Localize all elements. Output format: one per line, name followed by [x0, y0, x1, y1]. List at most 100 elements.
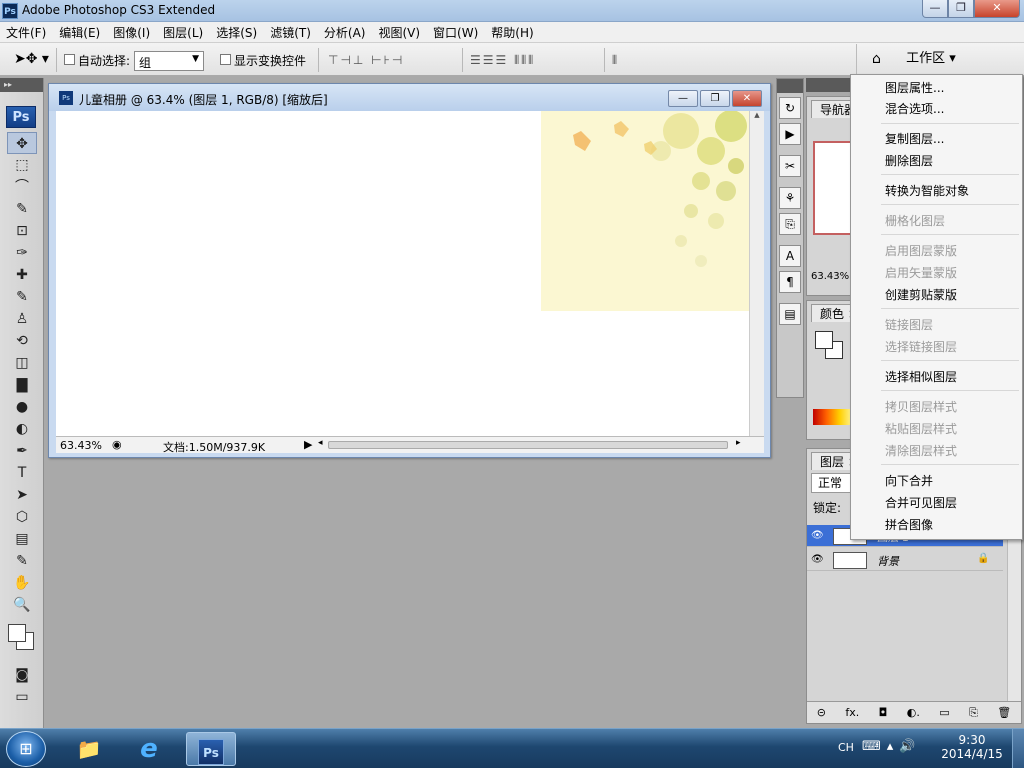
tools-panel-header[interactable]: ▸▸: [0, 78, 43, 92]
volume-icon[interactable]: 🔊: [899, 739, 921, 754]
menu-item-flatten-image[interactable]: 拼合图像: [885, 515, 933, 535]
quick-mask-icon[interactable]: ◙: [0, 664, 44, 686]
paragraph-icon[interactable]: ¶: [779, 271, 801, 293]
keyboard-icon[interactable]: ⌨: [862, 739, 887, 754]
new-group-icon[interactable]: ▭: [939, 706, 949, 719]
explorer-taskbar-icon[interactable]: 📁: [64, 732, 114, 766]
layer-row[interactable]: 👁 背景 🔒: [807, 549, 1003, 571]
zoom-tool-icon[interactable]: 🔍: [0, 594, 44, 616]
menu-item-delete-layer[interactable]: 删除图层: [885, 151, 933, 171]
menu-image[interactable]: 图像(I): [113, 24, 150, 41]
clone-stamp-tool-icon[interactable]: ♙: [0, 308, 44, 330]
menu-filter[interactable]: 滤镜(T): [270, 24, 311, 41]
menu-item-merge-down[interactable]: 向下合并: [885, 471, 933, 491]
menu-item-select-similar-layers[interactable]: 选择相似图层: [885, 367, 957, 387]
bridge-icon[interactable]: ⌂: [856, 44, 896, 74]
link-layers-icon[interactable]: ⊝: [817, 706, 826, 719]
menu-item-create-clipping-mask[interactable]: 创建剪贴蒙版: [885, 285, 957, 305]
new-layer-icon[interactable]: ⎘: [969, 706, 978, 720]
auto-align-icon[interactable]: ⫴: [612, 53, 619, 68]
show-desktop-button[interactable]: [1012, 729, 1024, 768]
visibility-eye-icon[interactable]: 👁: [811, 530, 824, 541]
path-selection-tool-icon[interactable]: ➤: [0, 484, 44, 506]
menu-view[interactable]: 视图(V): [378, 24, 420, 41]
history-icon[interactable]: ↻: [779, 97, 801, 119]
document-minimize-button[interactable]: —: [668, 90, 698, 107]
menu-item-layer-properties[interactable]: 图层属性...: [885, 78, 944, 98]
brushes-icon[interactable]: ⚘: [779, 187, 801, 209]
hand-tool-icon[interactable]: ✋: [0, 572, 44, 594]
menu-layer[interactable]: 图层(L): [163, 24, 203, 41]
navigator-zoom[interactable]: 63.43%: [811, 271, 849, 282]
blur-tool-icon[interactable]: ●: [0, 396, 44, 418]
status-arrow-icon[interactable]: ▶: [304, 438, 312, 451]
eraser-tool-icon[interactable]: ◫: [0, 352, 44, 374]
shape-tool-icon[interactable]: ⬡: [0, 506, 44, 528]
menu-analysis[interactable]: 分析(A): [324, 24, 366, 41]
tool-presets-icon[interactable]: ✂: [779, 155, 801, 177]
menu-window[interactable]: 窗口(W): [433, 24, 478, 41]
notes-icon[interactable]: ▤: [779, 303, 801, 325]
tray-icons[interactable]: ⌨▴🔊: [862, 739, 921, 754]
menu-item-blending-options[interactable]: 混合选项...: [885, 99, 944, 119]
start-button[interactable]: ⊞: [6, 731, 46, 767]
language-indicator[interactable]: CH: [838, 741, 854, 754]
layer-style-icon[interactable]: fx.: [845, 706, 859, 719]
clock[interactable]: 9:30 2014/4/15: [940, 733, 1004, 761]
magic-wand-tool-icon[interactable]: ✎: [0, 198, 44, 220]
lasso-tool-icon[interactable]: ⌒: [0, 176, 44, 198]
crop-tool-icon[interactable]: ⊡: [0, 220, 44, 242]
scroll-left-icon[interactable]: ◂: [318, 438, 323, 448]
zoom-level[interactable]: 63.43%: [60, 439, 102, 452]
auto-select-checkbox[interactable]: [64, 54, 75, 65]
distribute-buttons-icon[interactable]: ☰☰☰ ⫴⫴⫴: [470, 53, 535, 68]
marquee-tool-icon[interactable]: ⬚: [0, 154, 44, 176]
slice-tool-icon[interactable]: ✑: [0, 242, 44, 264]
eyedropper-tool-icon[interactable]: ✎: [0, 550, 44, 572]
blend-mode-select[interactable]: 正常: [811, 473, 851, 493]
auto-select-dropdown[interactable]: 组 ▼: [134, 51, 204, 71]
color-foreground-swatch[interactable]: [815, 331, 833, 349]
move-tool-preset-icon[interactable]: ➤✥ ▾: [14, 51, 49, 67]
scroll-right-icon[interactable]: ▸: [736, 438, 741, 448]
document-title-bar[interactable]: Ps 儿童相册 @ 63.4% (图层 1, RGB/8) [缩放后] — ❐ …: [49, 84, 770, 111]
delete-layer-icon[interactable]: 🗑: [997, 706, 1011, 719]
status-menu-icon[interactable]: ◉: [112, 438, 122, 451]
dodge-tool-icon[interactable]: ◐: [0, 418, 44, 440]
close-button[interactable]: ✕: [974, 0, 1020, 18]
horizontal-scrollbar[interactable]: [328, 441, 728, 449]
maximize-button[interactable]: ❐: [948, 0, 974, 18]
character-icon[interactable]: A: [779, 245, 801, 267]
photoshop-app-icon[interactable]: Ps: [2, 3, 18, 19]
menu-item-convert-smart-object[interactable]: 转换为智能对象: [885, 181, 969, 201]
workspace-button[interactable]: 工作区 ▾: [898, 44, 964, 74]
add-mask-icon[interactable]: ◘: [879, 706, 888, 719]
foreground-color-swatch[interactable]: [8, 624, 26, 642]
menu-help[interactable]: 帮助(H): [491, 24, 533, 41]
menu-edit[interactable]: 编辑(E): [59, 24, 100, 41]
visibility-eye-icon[interactable]: 👁: [811, 554, 824, 565]
color-swatches[interactable]: [0, 616, 43, 664]
dock-header[interactable]: [777, 79, 803, 93]
show-transform-checkbox[interactable]: [220, 54, 231, 65]
vertical-scrollbar[interactable]: ▲: [749, 111, 764, 436]
clone-source-icon[interactable]: ⎘: [779, 213, 801, 235]
tray-arrow-icon[interactable]: ▴: [887, 739, 900, 754]
actions-play-icon[interactable]: ▶: [779, 123, 801, 145]
pen-tool-icon[interactable]: ✒: [0, 440, 44, 462]
notes-tool-icon[interactable]: ▤: [0, 528, 44, 550]
internet-explorer-taskbar-icon[interactable]: e: [124, 732, 174, 766]
type-tool-icon[interactable]: T: [0, 462, 44, 484]
menu-select[interactable]: 选择(S): [216, 24, 257, 41]
minimize-button[interactable]: —: [922, 0, 948, 18]
navigator-preview[interactable]: [813, 141, 853, 235]
screen-mode-icon[interactable]: ▭: [0, 686, 44, 708]
color-ramp[interactable]: [813, 409, 853, 425]
menu-file[interactable]: 文件(F): [6, 24, 46, 41]
image-canvas[interactable]: [56, 111, 749, 436]
document-maximize-button[interactable]: ❐: [700, 90, 730, 107]
document-close-button[interactable]: ✕: [732, 90, 762, 107]
photoshop-taskbar-button[interactable]: Ps: [186, 732, 236, 766]
history-brush-tool-icon[interactable]: ⟲: [0, 330, 44, 352]
brush-tool-icon[interactable]: ✎: [0, 286, 44, 308]
